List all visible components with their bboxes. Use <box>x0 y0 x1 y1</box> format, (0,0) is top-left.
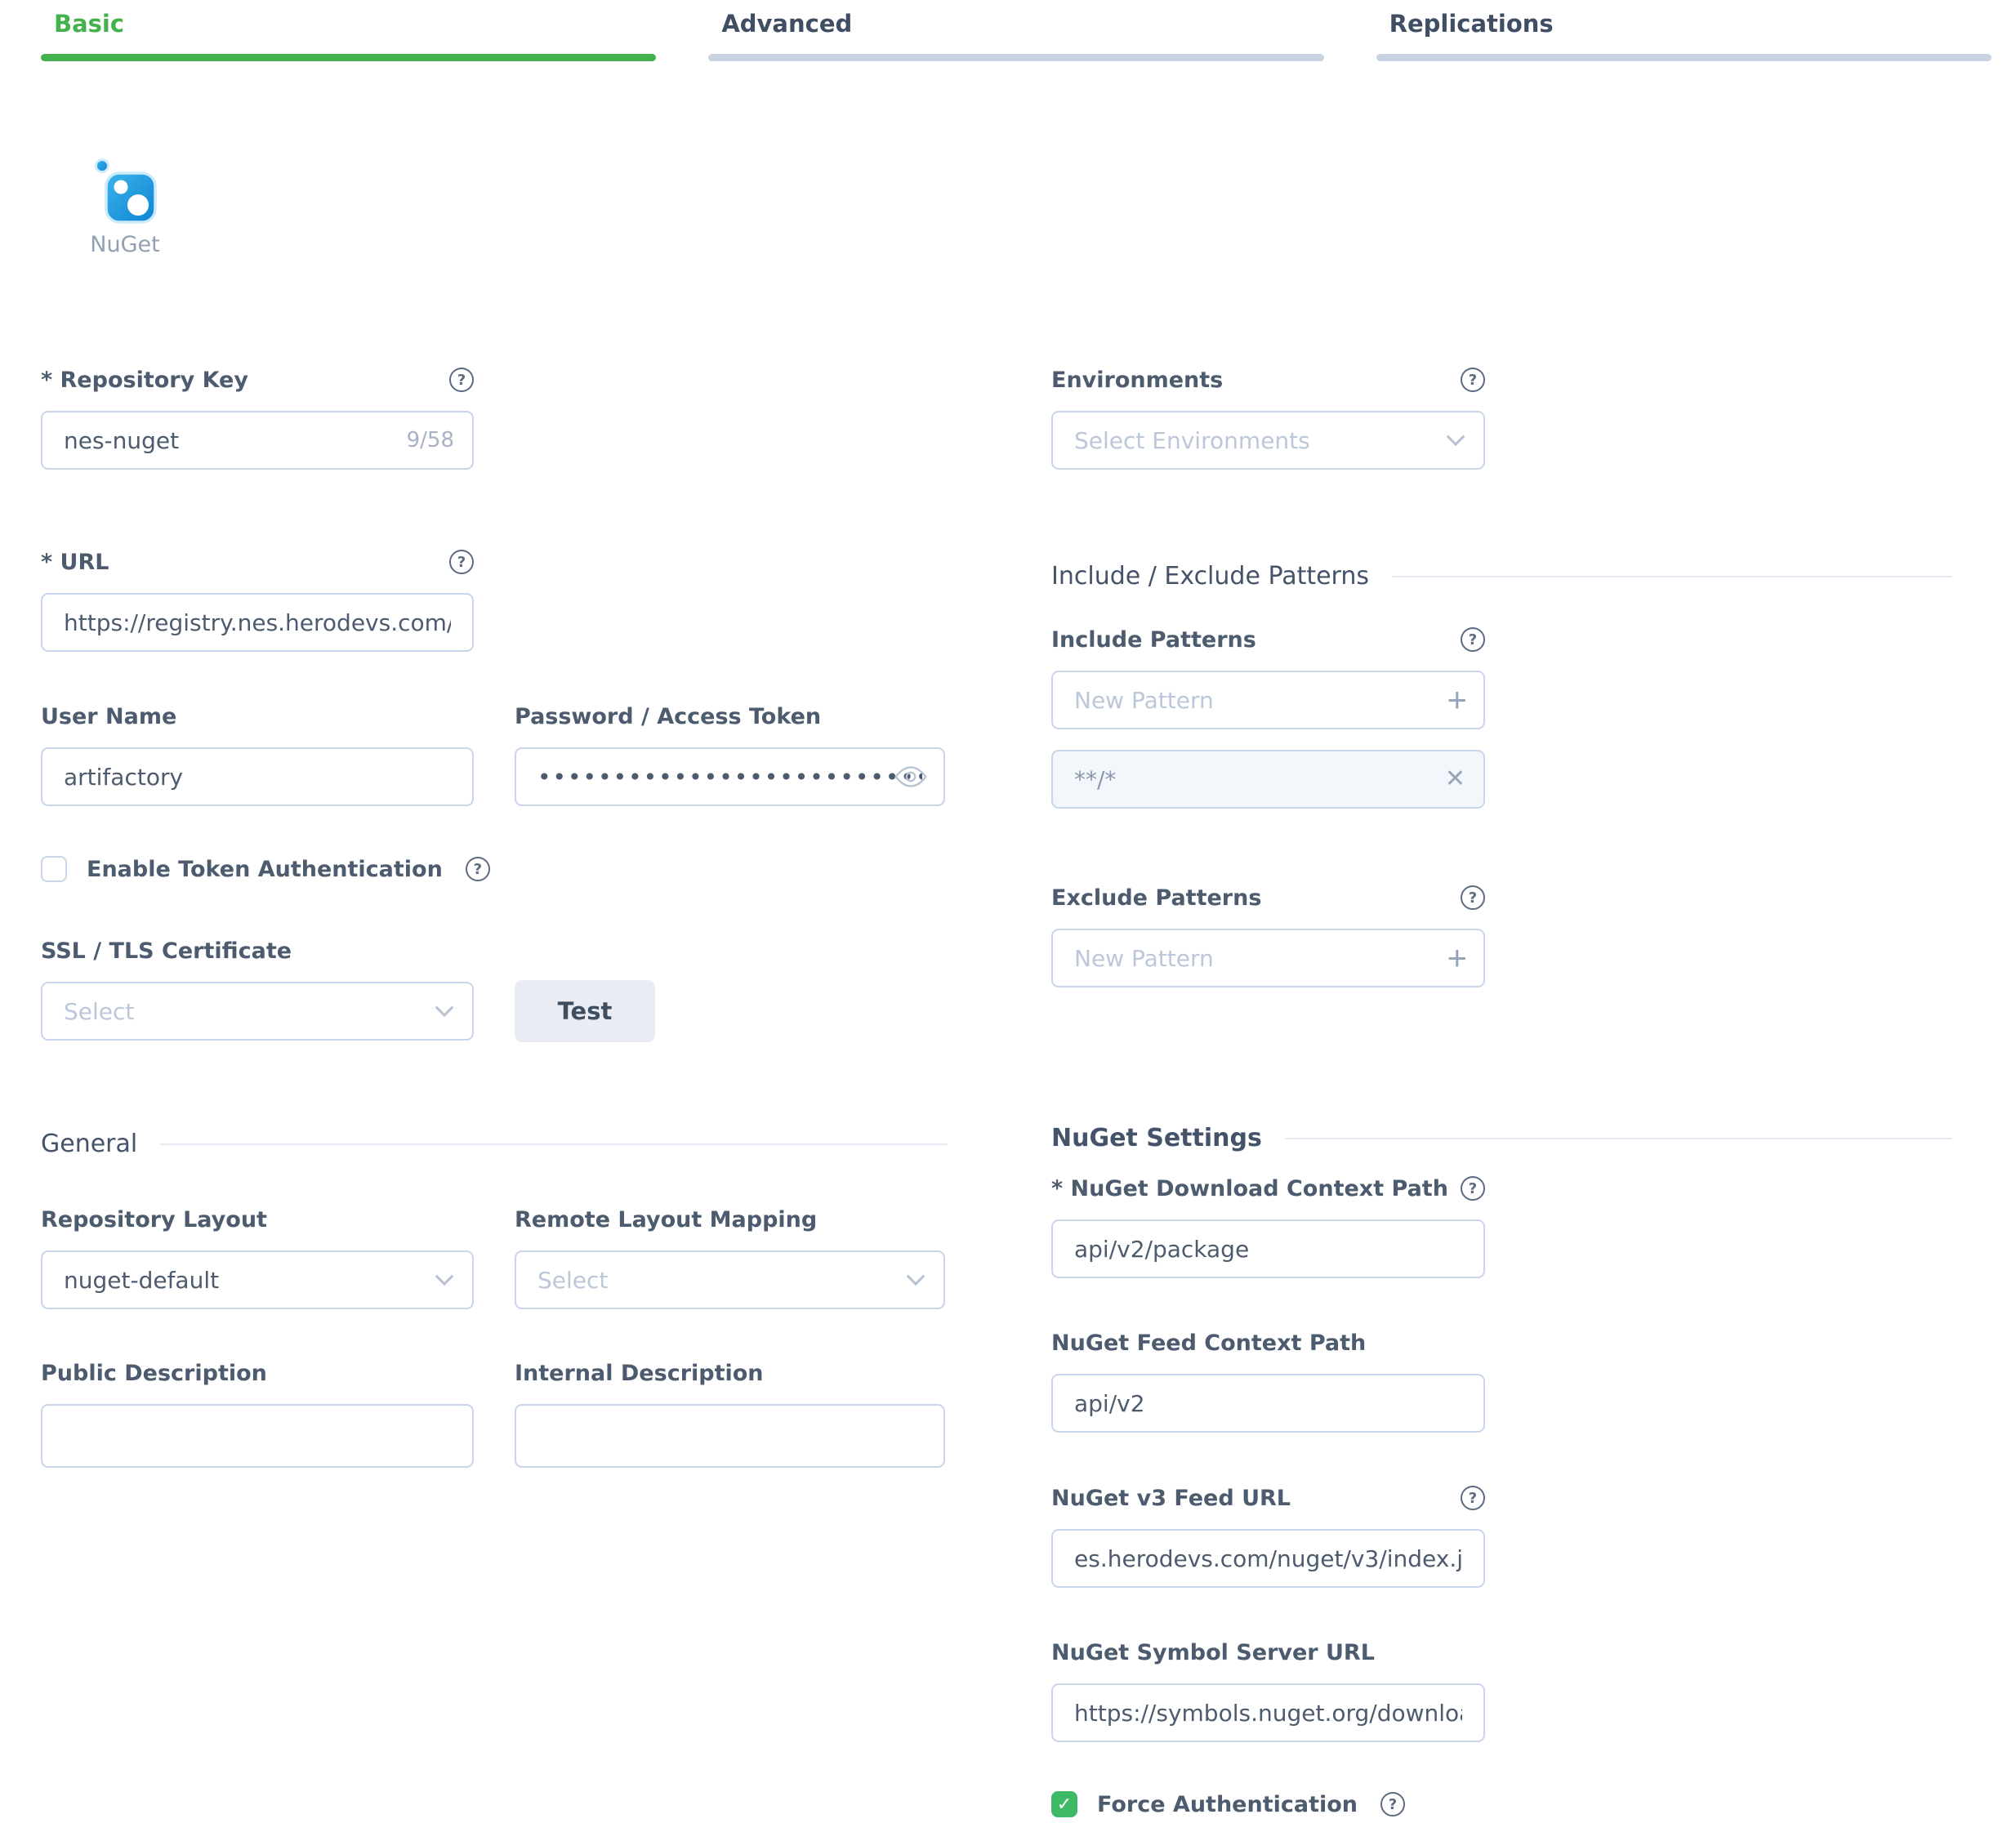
field-include-patterns: Include Patterns ? + **/* ✕ <box>1051 623 1485 809</box>
test-button[interactable]: Test <box>515 980 655 1042</box>
field-repository-key: * Repository Key ? 9/58 <box>41 363 474 470</box>
ssl-certificate-select[interactable]: Select <box>41 982 474 1041</box>
field-repository-layout: Repository Layout nuget-default <box>41 1203 474 1309</box>
force-authentication-row: ✓ Force Authentication ? <box>1051 1791 1405 1817</box>
repository-key-help-icon[interactable]: ? <box>449 368 474 392</box>
patterns-section-header: Include / Exclude Patterns <box>1051 562 1952 591</box>
public-description-textarea[interactable] <box>41 1404 474 1468</box>
repository-settings-page: Basic Advanced Replications <box>0 0 2016 1841</box>
force-authentication-checkbox[interactable]: ✓ <box>1051 1791 1077 1817</box>
symbol-server-url-label: NuGet Symbol Server URL <box>1051 1640 1375 1665</box>
general-section-title: General <box>41 1130 137 1158</box>
nuget-settings-section-title: NuGet Settings <box>1051 1124 1262 1152</box>
left-column: NuGet * Repository Key ? 9/58 * URL ? <box>41 0 948 1841</box>
password-input[interactable] <box>515 747 945 806</box>
field-symbol-server-url: NuGet Symbol Server URL <box>1051 1636 1485 1742</box>
exclude-pattern-input[interactable] <box>1051 929 1485 987</box>
section-divider <box>1392 576 1952 577</box>
field-download-context-path: * NuGet Download Context Path ? <box>1051 1172 1485 1278</box>
repository-layout-select[interactable]: nuget-default <box>41 1250 474 1309</box>
user-name-input[interactable] <box>41 747 474 806</box>
environments-label: Environments <box>1051 368 1223 393</box>
include-patterns-help-icon[interactable]: ? <box>1461 627 1485 652</box>
symbol-server-url-input[interactable] <box>1051 1683 1485 1742</box>
remove-include-pattern-button[interactable]: ✕ <box>1445 767 1465 791</box>
force-authentication-help-icon[interactable]: ? <box>1380 1792 1405 1816</box>
remote-layout-mapping-select[interactable]: Select <box>515 1250 945 1309</box>
chevron-down-icon <box>1447 427 1465 446</box>
add-exclude-pattern-button[interactable]: + <box>1447 941 1467 975</box>
url-help-icon[interactable]: ? <box>449 550 474 574</box>
download-context-path-label: * NuGet Download Context Path <box>1051 1176 1448 1201</box>
include-pattern-input[interactable] <box>1051 671 1485 729</box>
field-exclude-patterns: Exclude Patterns ? + <box>1051 881 1485 987</box>
public-description-label: Public Description <box>41 1361 267 1386</box>
field-environments: Environments ? Select Environments <box>1051 363 1485 470</box>
field-v3-feed-url: NuGet v3 Feed URL ? <box>1051 1482 1485 1588</box>
exclude-patterns-label: Exclude Patterns <box>1051 885 1261 911</box>
remote-layout-mapping-placeholder: Select <box>537 1267 608 1294</box>
internal-description-label: Internal Description <box>515 1361 764 1386</box>
v3-feed-url-input[interactable] <box>1051 1529 1485 1588</box>
field-remote-layout-mapping: Remote Layout Mapping Select <box>515 1203 945 1309</box>
user-name-label: User Name <box>41 704 176 729</box>
include-patterns-label: Include Patterns <box>1051 627 1256 653</box>
field-password: Password / Access Token <box>515 700 945 806</box>
feed-context-path-label: NuGet Feed Context Path <box>1051 1331 1366 1356</box>
environments-help-icon[interactable]: ? <box>1461 368 1485 392</box>
ssl-certificate-label: SSL / TLS Certificate <box>41 938 292 964</box>
download-context-path-input[interactable] <box>1051 1219 1485 1278</box>
include-pattern-value: **/* <box>1074 766 1116 793</box>
include-pattern-item: **/* ✕ <box>1051 750 1485 809</box>
section-divider <box>160 1143 948 1145</box>
chevron-down-icon <box>907 1267 925 1286</box>
repository-key-label: * Repository Key <box>41 368 248 393</box>
v3-feed-url-help-icon[interactable]: ? <box>1461 1486 1485 1510</box>
field-internal-description: Internal Description <box>515 1357 945 1468</box>
enable-token-auth-help-icon[interactable]: ? <box>466 857 490 881</box>
nuget-settings-section-header: NuGet Settings <box>1051 1124 1952 1152</box>
environments-select[interactable]: Select Environments <box>1051 411 1485 470</box>
package-type-label: NuGet <box>80 232 170 257</box>
nuget-logo-icon <box>92 157 158 224</box>
internal-description-textarea[interactable] <box>515 1404 945 1468</box>
download-context-path-help-icon[interactable]: ? <box>1461 1176 1485 1201</box>
repository-key-counter: 9/58 <box>407 428 454 452</box>
field-public-description: Public Description <box>41 1357 474 1468</box>
field-user-name: User Name <box>41 700 474 806</box>
enable-token-auth-row: Enable Token Authentication ? <box>41 856 490 882</box>
repository-layout-value: nuget-default <box>64 1267 219 1294</box>
enable-token-auth-checkbox[interactable] <box>41 856 67 882</box>
section-divider <box>1285 1138 1952 1139</box>
patterns-section-title: Include / Exclude Patterns <box>1051 562 1369 591</box>
force-authentication-label: Force Authentication <box>1097 1792 1358 1817</box>
enable-token-auth-label: Enable Token Authentication <box>87 857 443 882</box>
url-label: * URL <box>41 550 109 575</box>
ssl-certificate-placeholder: Select <box>64 998 134 1025</box>
password-label: Password / Access Token <box>515 704 821 729</box>
feed-context-path-input[interactable] <box>1051 1374 1485 1433</box>
url-input[interactable] <box>41 593 474 652</box>
chevron-down-icon <box>435 998 454 1017</box>
show-password-eye-icon[interactable] <box>894 765 927 788</box>
exclude-patterns-help-icon[interactable]: ? <box>1461 885 1485 910</box>
remote-layout-mapping-label: Remote Layout Mapping <box>515 1207 817 1233</box>
field-url: * URL ? <box>41 546 474 652</box>
package-type: NuGet <box>80 157 170 257</box>
field-ssl-certificate: SSL / TLS Certificate Select <box>41 934 474 1041</box>
chevron-down-icon <box>435 1267 454 1286</box>
field-feed-context-path: NuGet Feed Context Path <box>1051 1326 1485 1433</box>
right-column: Environments ? Select Environments Inclu… <box>1051 0 1952 1841</box>
v3-feed-url-label: NuGet v3 Feed URL <box>1051 1486 1291 1511</box>
environments-placeholder: Select Environments <box>1074 427 1310 454</box>
add-include-pattern-button[interactable]: + <box>1447 683 1467 717</box>
general-section-header: General <box>41 1130 948 1158</box>
repository-layout-label: Repository Layout <box>41 1207 267 1233</box>
